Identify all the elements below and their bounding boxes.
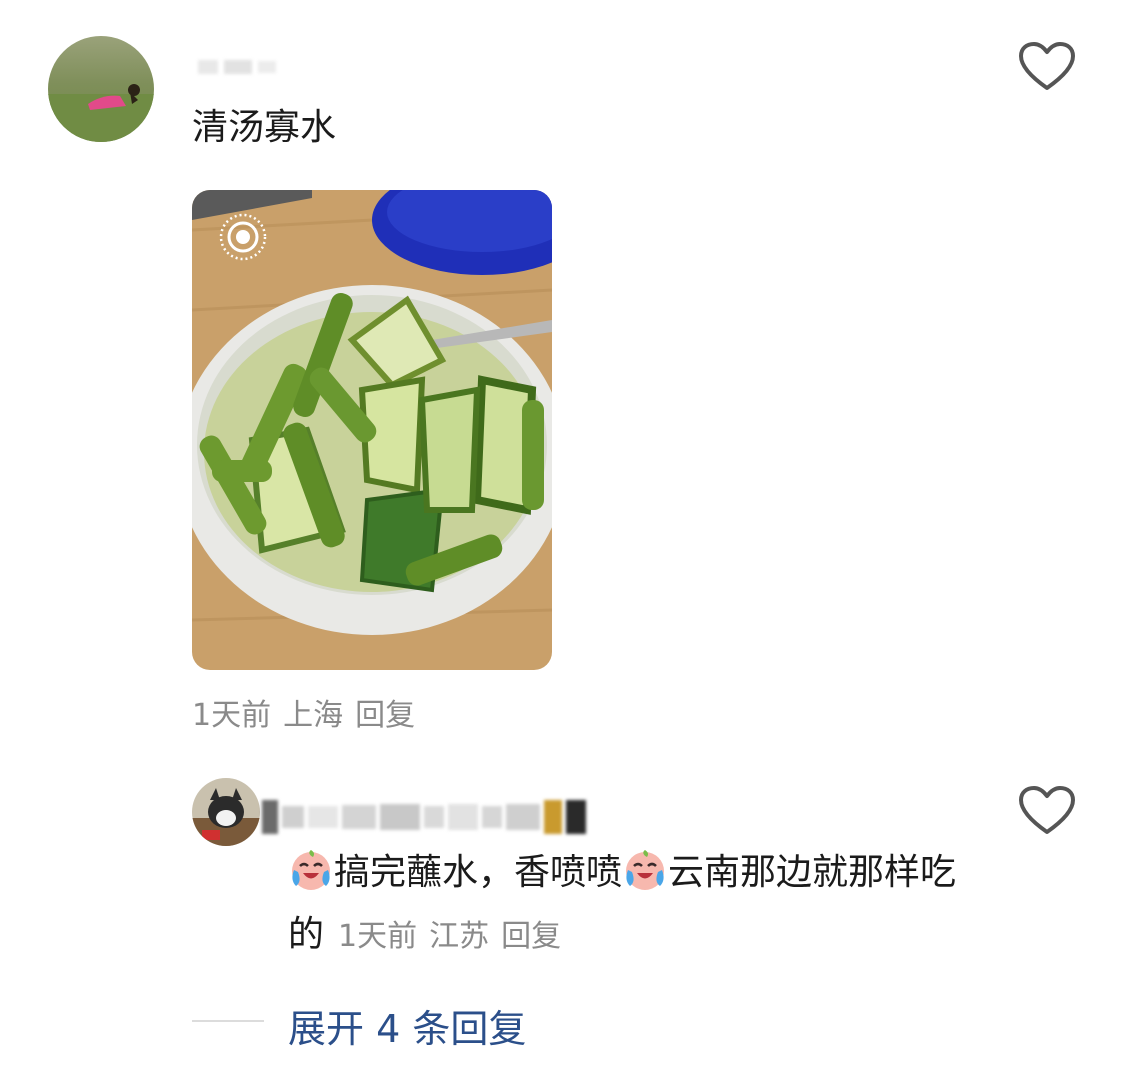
- replier-username-blurred[interactable]: [262, 800, 586, 834]
- like-heart-icon[interactable]: [1017, 40, 1077, 92]
- reply-text-part1: 搞完蘸水，香喷喷: [334, 852, 623, 893]
- expand-replies-button[interactable]: 展开 4 条回复: [288, 998, 526, 1053]
- replier-avatar[interactable]: [192, 778, 260, 846]
- comment-reply-button[interactable]: 回复: [355, 698, 415, 733]
- commenter-avatar[interactable]: [48, 36, 154, 142]
- commenter-username-blurred[interactable]: [198, 60, 276, 74]
- crying-laughing-emoji-icon: [288, 846, 334, 892]
- reply-text: 搞完蘸水，香喷喷 云南那边就那样吃的 1天前 江苏 回复: [288, 842, 978, 968]
- crying-laughing-emoji-icon: [622, 846, 668, 892]
- comment-time: 1天前: [192, 698, 272, 733]
- comment-location: 上海: [283, 698, 344, 733]
- comment-text: 清汤寡水: [192, 107, 337, 148]
- reply-like-heart-icon[interactable]: [1017, 784, 1077, 836]
- reply-reply-button[interactable]: 回复: [501, 919, 561, 954]
- comment-meta: 1天前 上海 回复: [192, 690, 427, 734]
- reply-location: 江苏: [429, 919, 490, 954]
- live-photo-icon: [218, 212, 268, 262]
- reply-time: 1天前: [338, 919, 418, 954]
- expand-divider: [192, 1020, 264, 1022]
